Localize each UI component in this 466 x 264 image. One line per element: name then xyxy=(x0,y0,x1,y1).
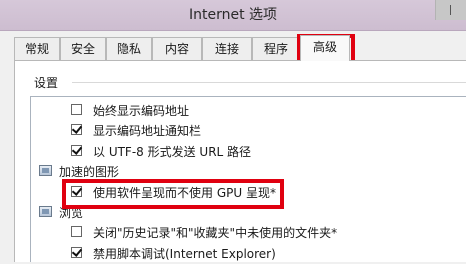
checkbox-checked[interactable] xyxy=(71,124,82,135)
tab-strip: 常规 安全 隐私 内容 连接 程序 高级 xyxy=(0,35,466,61)
settings-category-icon xyxy=(39,206,52,217)
setting-label: 始终显示编码地址 xyxy=(93,104,190,118)
tab-security[interactable]: 安全 xyxy=(60,37,106,60)
tab-connections[interactable]: 连接 xyxy=(202,37,252,60)
checkbox-checked[interactable] xyxy=(71,247,82,258)
settings-section-label: 设置 xyxy=(34,76,59,90)
gpu-setting-highlight xyxy=(62,179,284,209)
setting-label: 禁用脚本调试(Internet Explorer) xyxy=(93,247,276,261)
tab-advanced[interactable]: 高级 xyxy=(300,35,350,61)
checkbox-unchecked[interactable] xyxy=(71,226,82,237)
checkbox-checked[interactable] xyxy=(71,145,82,156)
setting-label: 以 UTF-8 形式发送 URL 路径 xyxy=(93,145,252,159)
tab-privacy[interactable]: 隐私 xyxy=(106,37,152,60)
settings-divider xyxy=(72,82,466,83)
tab-content[interactable]: 内容 xyxy=(152,37,202,60)
title-bar: Internet 选项 xyxy=(0,0,466,31)
settings-category-icon xyxy=(39,165,52,176)
tab-general[interactable]: 常规 xyxy=(14,37,60,60)
window-title: Internet 选项 xyxy=(188,7,278,23)
tab-programs[interactable]: 程序 xyxy=(252,37,300,60)
setting-label: 关闭"历史记录"和"收藏夹"中未使用的文件夹* xyxy=(93,226,338,240)
checkbox-unchecked[interactable] xyxy=(71,104,82,115)
setting-label: 显示编码地址通知栏 xyxy=(93,124,202,138)
close-button[interactable] xyxy=(435,0,466,20)
